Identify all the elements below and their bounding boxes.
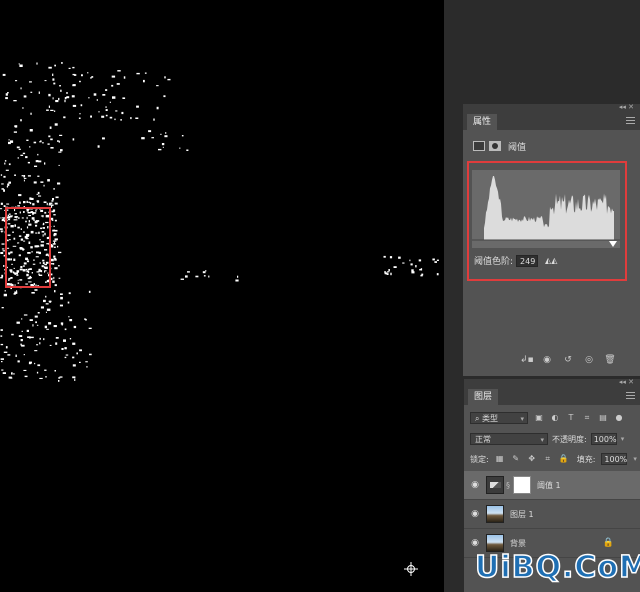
- properties-title: 阈值: [508, 142, 527, 153]
- watermark-logo: UiBQ.CoM: [474, 549, 640, 586]
- smartobject-filter-icon[interactable]: ▤: [598, 413, 608, 423]
- layers-collapse-icon[interactable]: ◂◂ ✕: [619, 378, 634, 386]
- layers-menu-icon[interactable]: [626, 392, 635, 399]
- lock-row: 锁定: ▦ ✎ ✥ ⌗ 🔒 填充: 100% ▾: [464, 453, 640, 465]
- properties-header: 阈值: [473, 139, 526, 153]
- search-icon: ⌕: [475, 414, 483, 423]
- opacity-input[interactable]: 100%: [590, 433, 617, 445]
- layer-row-layer1[interactable]: ◉ 图层 1: [464, 500, 640, 529]
- fill-dropdown-icon[interactable]: ▾: [633, 455, 637, 463]
- collapse-icon[interactable]: ◂◂ ✕: [619, 103, 634, 111]
- layer-name[interactable]: 背景: [510, 538, 526, 549]
- document-canvas[interactable]: [0, 0, 444, 592]
- threshold-adjustment-thumbnail: [486, 476, 504, 494]
- opacity-label: 不透明度:: [552, 434, 587, 444]
- blend-mode-dropdown[interactable]: 正常 ▾: [470, 433, 548, 445]
- threshold-image-pixels: [0, 62, 439, 382]
- highlight-box-canvas: [5, 207, 51, 288]
- filter-toggle-icon[interactable]: ●: [614, 413, 624, 423]
- view-previous-state-icon[interactable]: ◉: [541, 355, 553, 365]
- adjustment-filter-icon[interactable]: ◐: [550, 413, 560, 423]
- lock-artboard-icon[interactable]: ⌗: [543, 454, 553, 464]
- fill-input[interactable]: 100%: [601, 453, 628, 465]
- lock-image-icon[interactable]: ✎: [511, 454, 521, 464]
- layers-collapse-bar[interactable]: ◂◂ ✕: [464, 378, 640, 387]
- visibility-icon[interactable]: ◎: [583, 355, 595, 365]
- filter-kind-value: 类型: [482, 414, 499, 423]
- opacity-dropdown-icon[interactable]: ▾: [621, 435, 625, 443]
- blend-mode-value: 正常: [475, 435, 491, 444]
- layer-filter-row: ⌕ 类型 ▾ ▣ ◐ T ⌗ ▤ ●: [464, 412, 640, 424]
- highlight-box-histogram: [467, 161, 627, 281]
- link-icon[interactable]: §: [506, 481, 510, 490]
- mask-icon[interactable]: [489, 141, 501, 151]
- tab-properties[interactable]: 属性: [467, 114, 498, 130]
- layer-thumbnail: [486, 505, 504, 523]
- lock-position-icon[interactable]: ✥: [527, 454, 537, 464]
- lock-transparent-icon[interactable]: ▦: [495, 454, 505, 464]
- shape-filter-icon[interactable]: ⌗: [582, 413, 592, 423]
- adjustment-layer-icon: [473, 141, 485, 151]
- properties-footer: ↲▪ ◉ ↺ ◎ 🗑: [520, 355, 616, 365]
- visibility-eye-icon[interactable]: ◉: [464, 538, 486, 548]
- layer-name[interactable]: 阈值 1: [537, 480, 561, 491]
- filter-kind-dropdown[interactable]: ⌕ 类型 ▾: [470, 412, 528, 424]
- visibility-eye-icon[interactable]: ◉: [464, 509, 486, 519]
- layer-row-threshold[interactable]: ◉ § 阈值 1: [464, 471, 640, 500]
- blend-row: 正常 ▾ 不透明度: 100% ▾: [464, 433, 640, 445]
- fill-label: 填充:: [576, 454, 596, 464]
- lock-label: 锁定:: [470, 454, 489, 464]
- clip-to-layer-icon[interactable]: ↲▪: [520, 355, 534, 365]
- crosshair-cursor-icon: [404, 562, 418, 576]
- layer-mask-thumbnail[interactable]: [513, 476, 531, 494]
- delete-icon[interactable]: 🗑: [604, 355, 616, 365]
- visibility-eye-icon[interactable]: ◉: [464, 480, 486, 490]
- pixel-filter-icon[interactable]: ▣: [534, 413, 544, 423]
- type-filter-icon[interactable]: T: [566, 413, 576, 423]
- tab-layers[interactable]: 图层: [468, 389, 499, 405]
- panel-collapse-bar[interactable]: ◂◂ ✕: [463, 103, 640, 112]
- lock-all-icon[interactable]: 🔒: [559, 454, 569, 464]
- layer-name[interactable]: 图层 1: [510, 509, 534, 520]
- lock-icon: 🔒: [602, 538, 614, 548]
- panel-menu-icon[interactable]: [626, 117, 635, 124]
- reset-icon[interactable]: ↺: [562, 355, 574, 365]
